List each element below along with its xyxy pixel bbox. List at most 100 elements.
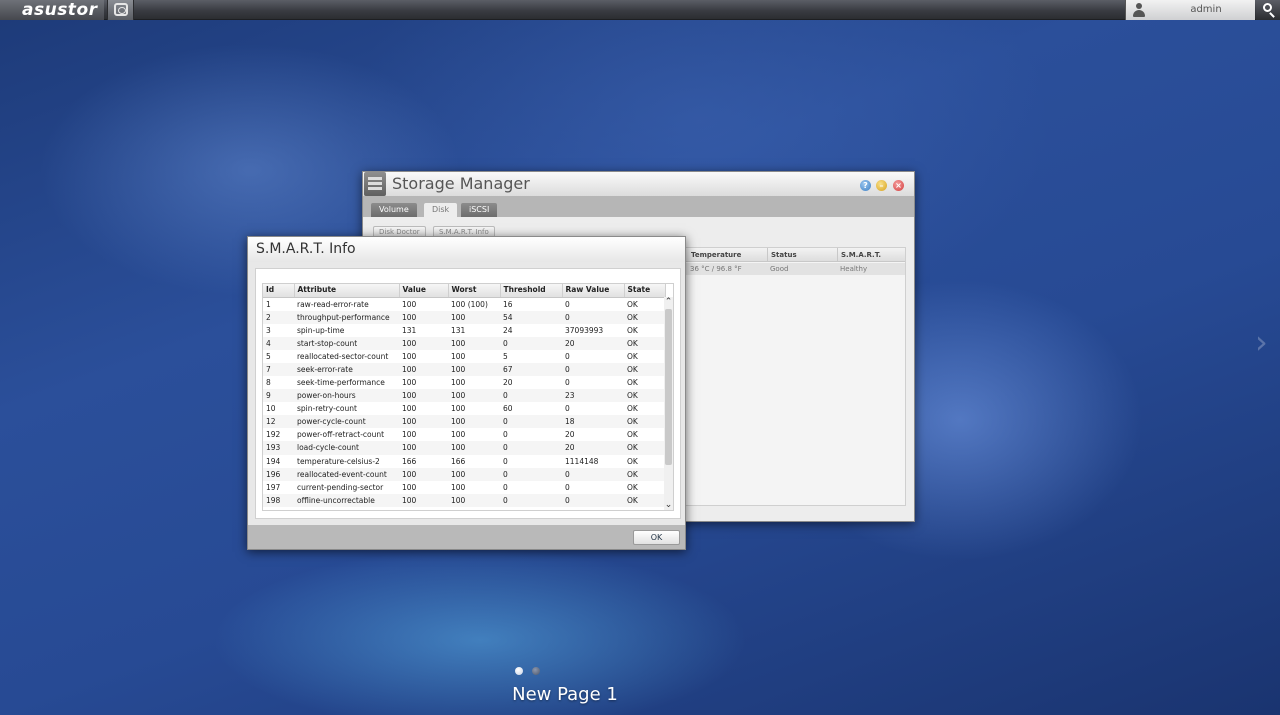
smart-info-titlebar[interactable]: S.M.A.R.T. Info: [248, 237, 685, 262]
disk-list-header: Temperature Status S.M.A.R.T.: [686, 248, 905, 262]
table-row[interactable]: 4 start-stop-count 100 100 0 20 OK: [263, 336, 665, 350]
cell-state: OK: [624, 310, 665, 324]
disk-status: Good: [770, 265, 789, 273]
cell-raw-value: 23: [562, 389, 624, 403]
cell-attribute: spin-up-time: [297, 325, 345, 335]
table-row[interactable]: 12 power-cycle-count 100 100 0 18 OK: [263, 415, 665, 429]
column-header-state[interactable]: State: [624, 284, 666, 298]
page-dot-1[interactable]: [515, 667, 523, 675]
cell-value: 100: [402, 351, 417, 361]
column-header-threshold[interactable]: Threshold: [500, 284, 563, 298]
chevron-down-icon[interactable]: ⌄: [664, 500, 673, 510]
minimize-icon[interactable]: –: [876, 180, 887, 191]
table-row[interactable]: 196 reallocated-event-count 100 100 0 0 OK: [263, 467, 665, 481]
cell-state: OK: [624, 467, 665, 481]
cell-state: OK: [624, 362, 665, 376]
cell-worst: 100: [448, 362, 500, 376]
cell-worst: 100: [448, 415, 500, 429]
cell-worst: 100: [448, 310, 500, 324]
nas-home-button[interactable]: [107, 0, 134, 20]
column-header-smart[interactable]: S.M.A.R.T.: [837, 248, 881, 262]
cell-attribute: start-stop-count: [294, 336, 399, 350]
table-row[interactable]: 194 temperature-celsius-2 166 166 0 1114148 OK: [263, 455, 665, 468]
cell-worst: 100: [451, 482, 466, 492]
ok-button[interactable]: OK: [633, 530, 680, 545]
table-row[interactable]: 192 power-off-retract-count 100 100 0 20 OK: [263, 428, 665, 441]
cell-id: 197: [266, 482, 281, 492]
table-row[interactable]: 198 offline-uncorrectable 100 100 0 0 OK: [263, 493, 665, 507]
cell-worst: 100: [451, 404, 466, 414]
brand-logo: asustor: [0, 0, 104, 20]
cell-attribute: reallocated-sector-count: [297, 351, 389, 361]
chevron-right-icon[interactable]: ›: [1255, 320, 1280, 365]
cell-worst: 100: [451, 351, 466, 361]
cell-raw-value: 0: [565, 404, 570, 414]
storage-manager-titlebar[interactable]: Storage Manager ? – ×: [363, 172, 914, 196]
cell-threshold: 0: [500, 467, 562, 481]
cell-id: 12: [263, 415, 294, 429]
column-header-status[interactable]: Status: [767, 248, 797, 262]
cell-worst: 100: [448, 493, 500, 507]
column-header-temperature[interactable]: Temperature: [688, 248, 741, 262]
cell-threshold: 67: [500, 362, 562, 376]
disk-list: Temperature Status S.M.A.R.T. 36 °C / 96…: [685, 247, 906, 506]
top-bar: asustor admin: [0, 0, 1280, 20]
cell-threshold: 0: [503, 456, 508, 466]
cell-id: 196: [263, 467, 294, 481]
cell-state: OK: [624, 493, 665, 507]
column-header-raw-value[interactable]: Raw Value: [562, 284, 625, 298]
column-header-worst[interactable]: Worst: [448, 284, 501, 298]
cell-attribute: power-on-hours: [294, 389, 399, 403]
cell-id: 194: [266, 456, 281, 466]
help-icon[interactable]: ?: [860, 180, 871, 191]
cell-value: 100: [399, 467, 448, 481]
cell-value: 100: [402, 378, 417, 388]
cell-id: 192: [266, 430, 281, 440]
table-row[interactable]: 8 seek-time-performance 100 100 20 0 OK: [263, 376, 665, 389]
page-dot-2[interactable]: [532, 667, 540, 675]
table-row[interactable]: 10 spin-retry-count 100 100 60 0 OK: [263, 402, 665, 415]
smart-info-dialog: S.M.A.R.T. Info Id Attribute Value Worst Thr…: [247, 236, 686, 550]
table-row[interactable]: 5 reallocated-sector-count 100 100 5 0 OK: [263, 350, 665, 363]
column-header-id[interactable]: Id: [263, 284, 295, 298]
cell-state: OK: [624, 415, 665, 429]
table-row[interactable]: 7 seek-error-rate 100 100 67 0 OK: [263, 362, 665, 376]
cell-attribute: load-cycle-count: [294, 441, 399, 455]
column-header-value[interactable]: Value: [399, 284, 449, 298]
scroll-thumb[interactable]: [665, 309, 672, 465]
table-row[interactable]: 1 raw-read-error-rate 100 100 (100) 16 0 OK: [263, 297, 665, 311]
cell-threshold: 0: [500, 493, 562, 507]
user-menu[interactable]: admin: [1125, 0, 1255, 20]
cell-raw-value: 20: [562, 336, 624, 350]
tab-iscsi[interactable]: iSCSI: [461, 203, 498, 217]
table-row[interactable]: 197 current-pending-sector 100 100 0 0 OK: [263, 481, 665, 494]
cell-threshold: 5: [503, 351, 508, 361]
tab-volume[interactable]: Volume: [371, 203, 417, 217]
cell-state: OK: [624, 441, 665, 455]
table-row[interactable]: 2 throughput-performance 100 100 54 0 OK: [263, 310, 665, 324]
cell-attribute: spin-retry-count: [297, 404, 357, 414]
table-row[interactable]: 193 load-cycle-count 100 100 0 20 OK: [263, 441, 665, 455]
column-header-attribute[interactable]: Attribute: [294, 284, 400, 298]
cell-value: 100: [399, 310, 448, 324]
table-row[interactable]: 36 °C / 96.8 °F Good Healthy: [686, 263, 905, 275]
table-row[interactable]: 3 spin-up-time 131 131 24 37093993 OK: [263, 324, 665, 337]
cell-state: OK: [627, 325, 638, 335]
search-button[interactable]: [1256, 0, 1280, 20]
nas-home-icon: [114, 3, 128, 16]
tab-disk[interactable]: Disk: [424, 203, 458, 218]
cell-attribute: power-cycle-count: [294, 415, 399, 429]
table-row[interactable]: 9 power-on-hours 100 100 0 23 OK: [263, 389, 665, 403]
cell-id: 2: [263, 310, 294, 324]
cell-threshold: 0: [503, 482, 508, 492]
cell-value: 100: [399, 389, 448, 403]
cell-state: OK: [627, 351, 638, 361]
cell-threshold: 0: [500, 336, 562, 350]
cell-state: OK: [627, 430, 638, 440]
smart-table-scrollbar[interactable]: ⌃ ⌄: [664, 297, 673, 510]
cell-threshold: 0: [500, 389, 562, 403]
cell-state: OK: [627, 404, 638, 414]
close-icon[interactable]: ×: [893, 180, 904, 191]
cell-raw-value: 1114148: [565, 456, 599, 466]
chevron-up-icon[interactable]: ⌃: [664, 297, 673, 307]
